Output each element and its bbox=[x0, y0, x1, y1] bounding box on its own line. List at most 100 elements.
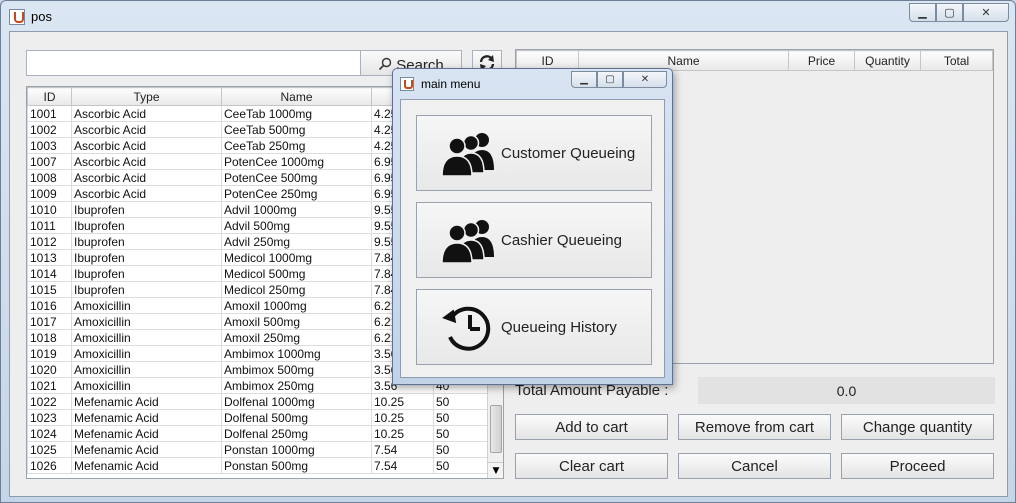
column-header-name[interactable]: Name bbox=[221, 87, 372, 106]
table-cell: Ambimox 500mg bbox=[221, 361, 372, 378]
table-cell: Mefenamic Acid bbox=[71, 425, 222, 442]
table-cell: 10.25 bbox=[371, 393, 434, 410]
dialog-maximize-button[interactable]: ▢ bbox=[597, 71, 623, 88]
table-cell: 1017 bbox=[27, 313, 72, 330]
people-icon bbox=[431, 217, 501, 263]
table-cell: Amoxicillin bbox=[71, 329, 222, 346]
table-cell: 1015 bbox=[27, 281, 72, 298]
table-cell: 1012 bbox=[27, 233, 72, 250]
table-cell: Mefenamic Acid bbox=[71, 393, 222, 410]
table-cell: Medicol 250mg bbox=[221, 281, 372, 298]
maximize-icon: ▢ bbox=[944, 6, 955, 19]
table-cell: 1025 bbox=[27, 441, 72, 458]
table-cell: Amoxicillin bbox=[71, 313, 222, 330]
table-cell: 7.54 bbox=[371, 457, 434, 474]
search-input[interactable] bbox=[26, 50, 362, 76]
change-quantity-button[interactable]: Change quantity bbox=[841, 414, 994, 440]
table-cell: Ascorbic Acid bbox=[71, 105, 222, 122]
queueing-history-label: Queueing History bbox=[501, 318, 617, 336]
table-cell: 1014 bbox=[27, 265, 72, 282]
cart-column-price[interactable]: Price bbox=[788, 50, 855, 71]
table-cell: Mefenamic Acid bbox=[71, 409, 222, 426]
dialog-content: Customer Queueing Cashier Queueing Queue… bbox=[400, 99, 665, 378]
table-cell: Ambimox 1000mg bbox=[221, 345, 372, 362]
table-row[interactable]: 1023 Mefenamic Acid Dolfenal 500mg 10.25 50 bbox=[27, 409, 490, 426]
table-cell: 1021 bbox=[27, 377, 72, 394]
scroll-down-button[interactable]: ▼ bbox=[488, 462, 503, 478]
table-cell: 1016 bbox=[27, 297, 72, 314]
table-cell: Amoxicillin bbox=[71, 345, 222, 362]
remove-from-cart-button[interactable]: Remove from cart bbox=[678, 414, 831, 440]
table-cell: Amoxicillin bbox=[71, 297, 222, 314]
java-app-icon bbox=[9, 9, 25, 25]
table-cell: 1026 bbox=[27, 457, 72, 474]
table-row[interactable]: 1026 Mefenamic Acid Ponstan 500mg 7.54 50 bbox=[27, 457, 490, 474]
table-cell: Ponstan 1000mg bbox=[221, 441, 372, 458]
table-row[interactable]: 1022 Mefenamic Acid Dolfenal 1000mg 10.25 50 bbox=[27, 393, 490, 410]
close-button[interactable]: ✕ bbox=[963, 3, 1009, 22]
proceed-button[interactable]: Proceed bbox=[841, 453, 994, 479]
maximize-button[interactable]: ▢ bbox=[936, 3, 963, 22]
table-cell: Amoxil 500mg bbox=[221, 313, 372, 330]
table-cell: Ibuprofen bbox=[71, 265, 222, 282]
table-cell: Ibuprofen bbox=[71, 201, 222, 218]
table-cell: Amoxil 1000mg bbox=[221, 297, 372, 314]
add-to-cart-button[interactable]: Add to cart bbox=[515, 414, 668, 440]
main-menu-dialog: main menu ▁ ▢ ✕ Customer Queueing Cashie… bbox=[392, 68, 673, 385]
table-cell: 1011 bbox=[27, 217, 72, 234]
table-cell: Ascorbic Acid bbox=[71, 121, 222, 138]
queueing-history-button[interactable]: Queueing History bbox=[416, 289, 652, 365]
table-cell: Advil 250mg bbox=[221, 233, 372, 250]
history-icon bbox=[431, 303, 501, 351]
cart-column-quantity[interactable]: Quantity bbox=[854, 50, 921, 71]
cashier-queueing-label: Cashier Queueing bbox=[501, 231, 622, 249]
table-cell: Amoxil 250mg bbox=[221, 329, 372, 346]
table-cell: Ibuprofen bbox=[71, 281, 222, 298]
cart-column-total[interactable]: Total bbox=[920, 50, 993, 71]
table-cell: Ascorbic Acid bbox=[71, 137, 222, 154]
table-row[interactable]: 1024 Mefenamic Acid Dolfenal 250mg 10.25 50 bbox=[27, 425, 490, 442]
table-cell: 1010 bbox=[27, 201, 72, 218]
arrow-down-icon: ▼ bbox=[492, 465, 500, 476]
table-cell: Ascorbic Acid bbox=[71, 185, 222, 202]
minimize-button[interactable]: ▁ bbox=[909, 3, 936, 22]
column-header-type[interactable]: Type bbox=[71, 87, 222, 106]
table-row[interactable]: 1025 Mefenamic Acid Ponstan 1000mg 7.54 50 bbox=[27, 441, 490, 458]
search-icon bbox=[379, 57, 392, 71]
table-cell: 50 bbox=[433, 425, 490, 442]
table-cell: Mefenamic Acid bbox=[71, 441, 222, 458]
scrollbar-thumb[interactable] bbox=[490, 405, 502, 453]
table-cell: Ibuprofen bbox=[71, 249, 222, 266]
dialog-close-button[interactable]: ✕ bbox=[623, 71, 667, 88]
cancel-button[interactable]: Cancel bbox=[678, 453, 831, 479]
table-cell: 10.25 bbox=[371, 409, 434, 426]
table-cell: PotenCee 500mg bbox=[221, 169, 372, 186]
table-cell: Ascorbic Acid bbox=[71, 169, 222, 186]
table-cell: 50 bbox=[433, 441, 490, 458]
table-cell: Ponstan 500mg bbox=[221, 457, 372, 474]
table-cell: CeeTab 500mg bbox=[221, 121, 372, 138]
dialog-minimize-button[interactable]: ▁ bbox=[571, 71, 597, 88]
table-cell: Mefenamic Acid bbox=[71, 457, 222, 474]
table-cell: 10.25 bbox=[371, 425, 434, 442]
customer-queueing-button[interactable]: Customer Queueing bbox=[416, 115, 652, 191]
cashier-queueing-button[interactable]: Cashier Queueing bbox=[416, 202, 652, 278]
table-cell: Ibuprofen bbox=[71, 217, 222, 234]
table-cell: 1018 bbox=[27, 329, 72, 346]
table-cell: 7.54 bbox=[371, 441, 434, 458]
clear-cart-button[interactable]: Clear cart bbox=[515, 453, 668, 479]
table-cell: 50 bbox=[433, 457, 490, 474]
window-titlebar[interactable]: pos ▁ ▢ ✕ bbox=[1, 1, 1015, 31]
table-cell: 1003 bbox=[27, 137, 72, 154]
window-title: pos bbox=[31, 9, 52, 24]
table-cell: 1022 bbox=[27, 393, 72, 410]
table-cell: 1019 bbox=[27, 345, 72, 362]
table-cell: Amoxicillin bbox=[71, 377, 222, 394]
pos-window: pos ▁ ▢ ✕ Search ID Type Name 1001 Ascor… bbox=[0, 0, 1016, 503]
table-cell: Dolfenal 1000mg bbox=[221, 393, 372, 410]
table-cell: PotenCee 1000mg bbox=[221, 153, 372, 170]
table-cell: Dolfenal 250mg bbox=[221, 425, 372, 442]
column-header-id[interactable]: ID bbox=[27, 87, 72, 106]
table-cell: Medicol 1000mg bbox=[221, 249, 372, 266]
table-cell: Dolfenal 500mg bbox=[221, 409, 372, 426]
